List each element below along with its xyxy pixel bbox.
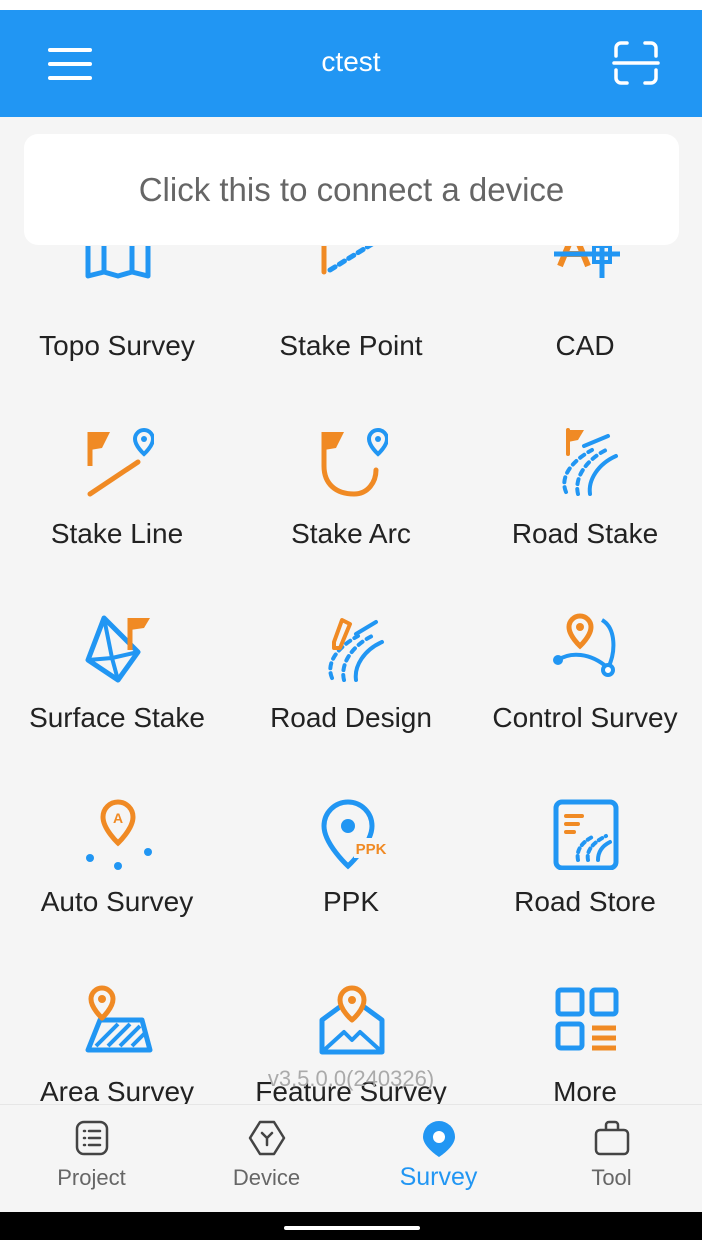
app-bar: ctest [0,10,702,117]
cad-icon [554,246,620,278]
grid-item-stake-arc[interactable]: Stake Arc [234,426,468,606]
grid-item-stake-line[interactable]: Stake Line [0,426,234,606]
connect-device-button[interactable]: Click this to connect a device [24,134,679,245]
more-icon [555,987,619,1051]
grid-item-ppk[interactable]: PPK PPK [234,798,468,978]
grid-item-label: Control Survey [492,702,678,733]
svg-text:A: A [113,810,123,826]
grid-item-cad[interactable]: CAD [468,246,702,388]
road-design-icon [328,618,384,682]
grid-item-topo-survey[interactable]: Topo Survey [0,246,234,388]
scan-icon[interactable] [612,40,660,86]
grid-item-road-stake[interactable]: Road Stake [468,426,702,606]
stake-point-icon [321,246,374,275]
tab-label: Device [232,1165,301,1190]
tab-survey[interactable]: Survey [351,1105,526,1213]
survey-icon [423,1121,455,1157]
grid-item-label: Road Stake [511,518,659,549]
feature-grid: Topo Survey Stake Point CAD Stake Line S… [0,246,702,1104]
grid-item-auto-survey[interactable]: A Auto Survey [0,798,234,978]
tab-project[interactable]: Project [4,1105,179,1213]
version-label: v3.5.0.0(240326) [267,1066,435,1091]
grid-item-label: Stake Point [279,330,423,361]
grid-item-label: Road Design [270,702,432,733]
road-store-icon [553,799,619,870]
project-icon [75,1120,109,1156]
grid-item-control-survey[interactable]: Control Survey [468,612,702,792]
bottom-nav: Project Device Survey Tool [0,1104,702,1213]
tab-label: Tool [591,1165,632,1190]
status-bar [0,0,702,10]
auto-survey-icon: A [86,799,152,870]
area-survey-icon [85,985,153,1053]
system-nav-bar [0,1212,702,1240]
feature-survey-icon [319,985,385,1055]
tab-label: Survey [399,1163,478,1191]
stake-arc-icon [321,427,388,497]
tab-device[interactable]: Device [179,1105,354,1213]
home-indicator[interactable] [284,1226,420,1230]
ppk-badge: PPK [356,841,387,858]
grid-item-stake-point[interactable]: Stake Point [234,246,468,388]
device-icon [248,1120,286,1156]
grid-item-label: Auto Survey [40,886,194,917]
grid-item-label: Topo Survey [39,330,195,361]
grid-item-label: Road Store [514,886,656,917]
grid-item-surface-stake[interactable]: Surface Stake [0,612,234,792]
grid-item-road-store[interactable]: Road Store [468,798,702,978]
app-title: ctest [321,46,381,77]
grid-item-label: Stake Arc [291,518,411,549]
road-stake-icon [562,428,618,496]
connect-device-label: Click this to connect a device [138,170,565,208]
stake-line-icon [87,427,154,497]
tab-label: Project [57,1165,126,1190]
control-survey-icon [553,613,616,677]
tab-tool[interactable]: Tool [524,1105,699,1213]
grid-item-label: PPK [322,886,380,917]
grid-item-road-design[interactable]: Road Design [234,612,468,792]
grid-item-label: Surface Stake [29,702,205,733]
topo-survey-icon [85,246,151,279]
tool-icon [594,1120,630,1156]
grid-item-label: CAD [555,330,615,361]
ppk-icon: PPK [321,799,388,870]
grid-item-label: Stake Line [50,518,184,549]
surface-stake-icon [85,615,150,683]
